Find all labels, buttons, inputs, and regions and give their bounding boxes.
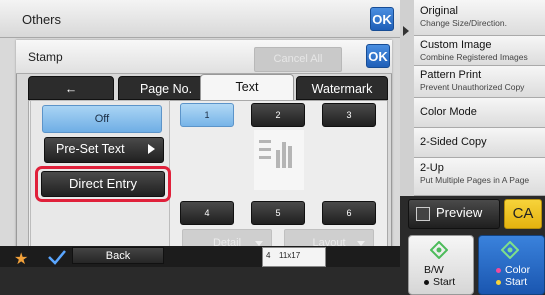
function-title: 2-Up [420, 162, 444, 174]
position-1-button[interactable]: 1 [180, 103, 234, 127]
function-subtitle: Combine Registered Images [420, 52, 528, 62]
others-ok-button[interactable]: OK [370, 7, 394, 31]
start-diamond-icon [430, 241, 448, 259]
direct-entry-button[interactable]: Direct Entry [41, 171, 165, 197]
document-preview-icon [254, 130, 304, 190]
function-title: 2-Sided Copy [420, 136, 487, 148]
bw-start-label: B/W Start [424, 264, 455, 288]
others-title: Others [22, 12, 62, 27]
color-start-label: Color Start [496, 264, 530, 288]
back-button[interactable]: Back [72, 247, 164, 264]
stamp-title: Stamp [28, 50, 63, 64]
chevron-right-icon [403, 26, 409, 36]
function-title: Original [420, 5, 458, 17]
position-6-button[interactable]: 6 [322, 201, 376, 225]
bw-label-line1: B/W [424, 264, 444, 276]
preset-text-label: Pre-Set Text [56, 142, 125, 156]
off-button[interactable]: Off [42, 105, 162, 133]
function-2-up[interactable]: 2-Up Put Multiple Pages in A Page [414, 158, 545, 196]
stamp-ok-button[interactable]: OK [366, 44, 390, 68]
function-color-mode[interactable]: Color Mode [414, 98, 545, 128]
check-icon[interactable] [46, 248, 68, 266]
tab-back-arrow[interactable]: ← [28, 76, 114, 100]
paper-size: 11x17 [279, 251, 301, 260]
cancel-all-button[interactable]: Cancel All [254, 47, 342, 72]
start-diamond-icon [501, 241, 519, 259]
function-subtitle: Prevent Unauthorized Copy [420, 82, 525, 92]
color-label-line1: Color [505, 264, 531, 276]
clear-all-button[interactable]: CA [504, 199, 542, 229]
function-title: Custom Image [420, 39, 492, 51]
function-2-sided-copy[interactable]: 2-Sided Copy [414, 128, 545, 158]
tab-watermark[interactable]: Watermark [296, 76, 388, 100]
function-title: Color Mode [420, 106, 477, 118]
position-2-button[interactable]: 2 [251, 103, 305, 127]
function-pattern-print[interactable]: Pattern Print Prevent Unauthorized Copy [414, 66, 545, 98]
position-5-button[interactable]: 5 [251, 201, 305, 225]
function-title: Pattern Print [420, 69, 482, 81]
preview-icon [416, 207, 430, 221]
bottom-strip [0, 267, 400, 295]
position-4-button[interactable]: 4 [180, 201, 234, 225]
function-subtitle: Put Multiple Pages in A Page [420, 175, 530, 185]
star-icon[interactable]: ★ [14, 249, 28, 269]
function-original[interactable]: Original Change Size/Direction. [414, 0, 545, 36]
color-label-line2: Start [505, 276, 528, 288]
paper-tray-number: 4 [266, 251, 271, 260]
function-custom-image[interactable]: Custom Image Combine Registered Images [414, 36, 545, 66]
function-subtitle: Change Size/Direction. [420, 18, 507, 28]
position-3-button[interactable]: 3 [322, 103, 376, 127]
tab-text[interactable]: Text [200, 74, 294, 100]
preview-label: Preview [436, 205, 483, 220]
bw-label-line2: Start [433, 276, 456, 288]
chevron-right-icon [148, 144, 155, 154]
